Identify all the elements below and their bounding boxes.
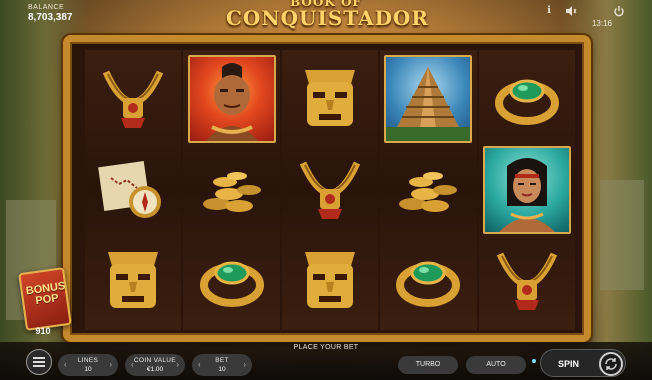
symbol-gold-necklace <box>479 236 575 326</box>
indicator-dot <box>532 359 536 363</box>
top-bar: BALANCE 8,703,387 BOOK OF CONQUISTADOR ℹ… <box>0 0 652 34</box>
symbol-princess-card <box>479 145 575 235</box>
clock: 13:16 <box>591 19 612 28</box>
chevron-left-icon[interactable]: ‹ <box>131 360 134 369</box>
game-logo: BOOK OF CONQUISTADOR <box>226 0 429 30</box>
symbol-treasure-map-compass <box>85 145 181 235</box>
chevron-right-icon[interactable]: › <box>176 360 179 369</box>
pyramid-card-frame <box>384 55 473 143</box>
symbol-pyramid-card <box>380 54 476 144</box>
symbol-gold-mask <box>85 236 181 326</box>
chevron-left-icon[interactable]: ‹ <box>64 360 67 369</box>
symbol-warrior-card <box>183 54 279 144</box>
reel-3 <box>281 50 379 330</box>
spin-button[interactable]: SPIN <box>540 349 626 377</box>
spin-icon <box>599 352 623 376</box>
chevron-right-icon[interactable]: › <box>243 360 246 369</box>
bonus-pop-count: 910 <box>35 326 51 336</box>
symbol-gold-coins <box>183 145 279 235</box>
logo-line2: CONQUISTADOR <box>226 6 429 30</box>
reel-5 <box>478 50 576 330</box>
bet-selector[interactable]: BET 10 ‹ › <box>192 354 252 376</box>
info-icon[interactable]: ℹ <box>543 5 555 17</box>
symbol-gold-coins <box>380 145 476 235</box>
chevron-right-icon[interactable]: › <box>109 360 112 369</box>
menu-button[interactable] <box>26 349 52 375</box>
reel-2 <box>183 50 280 330</box>
bonus-pop-label: BONUS POP <box>25 280 67 308</box>
chevron-left-icon[interactable]: ‹ <box>198 360 201 369</box>
lines-selector[interactable]: LINES 10 ‹ › <box>58 354 118 376</box>
temple-ruin-right <box>600 180 644 290</box>
reel-1 <box>85 50 182 330</box>
symbol-gold-necklace <box>85 54 181 144</box>
bonus-pop-book[interactable]: BONUS POP <box>18 267 72 331</box>
hamburger-icon <box>33 361 45 363</box>
warrior-card-frame <box>187 55 276 143</box>
spin-label: SPIN <box>558 359 580 369</box>
reel-frame <box>63 35 591 342</box>
coin-value-selector[interactable]: COIN VALUE €1.00 ‹ › <box>125 354 185 376</box>
symbol-emerald-ring <box>183 236 279 326</box>
symbol-gold-mask <box>282 236 378 326</box>
princess-card-frame <box>482 146 571 234</box>
balance-value: 8,703,387 <box>28 12 73 23</box>
power-icon[interactable] <box>613 5 625 17</box>
reel-4 <box>380 50 477 330</box>
reels <box>85 50 576 330</box>
symbol-emerald-ring <box>479 54 575 144</box>
turbo-button[interactable]: TURBO <box>398 356 458 374</box>
auto-button[interactable]: AUTO <box>466 356 526 374</box>
symbol-gold-mask <box>282 54 378 144</box>
symbol-gold-necklace <box>282 145 378 235</box>
speaker-icon[interactable] <box>565 5 577 17</box>
symbol-emerald-ring <box>380 236 476 326</box>
balance-label: BALANCE <box>28 4 65 11</box>
